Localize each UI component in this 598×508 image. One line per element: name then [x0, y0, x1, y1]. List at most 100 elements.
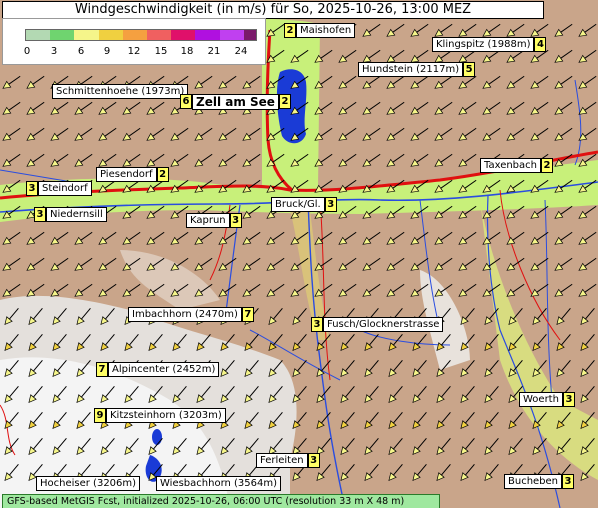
wind-arrow — [460, 412, 475, 430]
wind-arrow — [506, 101, 525, 115]
place-wind-value: 3 — [307, 453, 320, 468]
wind-arrow — [122, 231, 141, 245]
place-wind-value: 7 — [241, 307, 254, 322]
wind-arrow — [412, 360, 427, 378]
wind-arrow — [362, 127, 381, 141]
wind-arrow — [362, 23, 381, 37]
wind-arrow — [532, 334, 547, 352]
wind-arrow — [266, 127, 285, 141]
wind-arrow — [388, 464, 403, 482]
wind-arrow — [580, 334, 595, 352]
place-name: Ferleiten — [256, 453, 308, 468]
wind-arrow — [410, 179, 429, 193]
wind-arrow — [364, 464, 379, 482]
wind-arrow — [194, 179, 213, 193]
legend-tick-label: 9 — [103, 46, 111, 57]
wind-arrow — [434, 127, 453, 141]
place-name: Kaprun — [186, 213, 230, 228]
wind-arrow — [340, 360, 355, 378]
wind-arrow — [338, 283, 357, 297]
wind-arrow — [530, 231, 549, 245]
wind-arrow — [74, 257, 93, 271]
wind-arrow — [4, 412, 19, 430]
wind-arrow — [458, 101, 477, 115]
wind-arrow — [362, 257, 381, 271]
wind-arrow — [386, 153, 405, 167]
place-label: Klingspitz (1988m) 4 — [432, 37, 547, 52]
wind-arrow — [146, 127, 165, 141]
wind-arrow — [26, 231, 45, 245]
wind-arrow — [316, 412, 331, 430]
place-label: Schmittenhoehe (1973m) — [52, 84, 189, 99]
wind-arrow — [52, 438, 67, 456]
wind-arrow — [100, 308, 115, 326]
wind-arrow — [50, 231, 69, 245]
wind-arrow — [362, 231, 381, 245]
wind-arrow — [218, 283, 237, 297]
wind-arrow — [314, 179, 333, 193]
wind-arrow — [580, 386, 595, 404]
wind-arrow — [578, 153, 597, 167]
wind-arrow — [458, 257, 477, 271]
legend-tick-label: 15 — [154, 46, 168, 57]
wind-arrow — [484, 360, 499, 378]
wind-arrow — [268, 360, 283, 378]
wind-arrow — [362, 101, 381, 115]
wind-arrow — [484, 412, 499, 430]
wind-arrow — [530, 75, 549, 89]
wind-arrow — [532, 438, 547, 456]
place-label: 3 Steindorf — [26, 181, 92, 196]
wind-arrow — [508, 360, 523, 378]
wind-arrow — [170, 153, 189, 167]
place-wind-value: 4 — [534, 37, 547, 52]
wind-arrow — [530, 257, 549, 271]
wind-arrow — [556, 412, 571, 430]
wind-arrow — [338, 49, 357, 63]
wind-arrow — [146, 283, 165, 297]
wind-arrow — [482, 75, 501, 89]
wind-arrow — [434, 153, 453, 167]
place-wind-value: 3 — [34, 207, 46, 222]
wind-arrow — [434, 205, 453, 219]
wind-arrow — [2, 231, 21, 245]
wind-arrow — [506, 283, 525, 297]
place-wind-value: 3 — [311, 317, 323, 332]
place-name: Maishofen — [296, 23, 356, 38]
wind-arrow — [388, 360, 403, 378]
legend-tick-label: 21 — [207, 46, 221, 57]
wind-arrow — [410, 283, 429, 297]
wind-arrow — [194, 231, 213, 245]
wind-arrow — [292, 360, 307, 378]
wind-arrow — [364, 412, 379, 430]
wind-arrow — [292, 334, 307, 352]
wind-arrow — [28, 412, 43, 430]
wind-arrow — [220, 334, 235, 352]
legend-tick-label: 3 — [50, 46, 58, 57]
wind-arrow — [436, 386, 451, 404]
wind-arrow — [554, 179, 573, 193]
wind-arrow — [412, 334, 427, 352]
wind-arrow — [506, 127, 525, 141]
wind-arrow — [268, 308, 283, 326]
wind-arrow — [98, 127, 117, 141]
wind-arrow — [266, 179, 285, 193]
wind-arrow — [290, 49, 309, 63]
forecast-footer: GFS-based MetGIS Fcst, initialized 2025-… — [2, 494, 440, 508]
wind-arrow — [244, 360, 259, 378]
wind-arrow — [4, 360, 19, 378]
wind-arrow — [410, 127, 429, 141]
wind-arrow — [170, 283, 189, 297]
wind-arrow — [52, 386, 67, 404]
wind-arrow — [76, 308, 91, 326]
wind-arrow — [244, 386, 259, 404]
wind-arrow — [148, 334, 163, 352]
wind-arrow — [242, 75, 261, 89]
place-wind-value: 3 — [562, 392, 575, 407]
place-name: Hocheiser (3206m) — [36, 476, 141, 491]
wind-arrow — [412, 438, 427, 456]
place-name: Woerth — [519, 392, 563, 407]
legend-color-bar — [25, 29, 257, 41]
wind-arrows-layer — [2, 23, 597, 482]
place-wind-value: 3 — [229, 213, 242, 228]
wind-arrow — [218, 75, 237, 89]
